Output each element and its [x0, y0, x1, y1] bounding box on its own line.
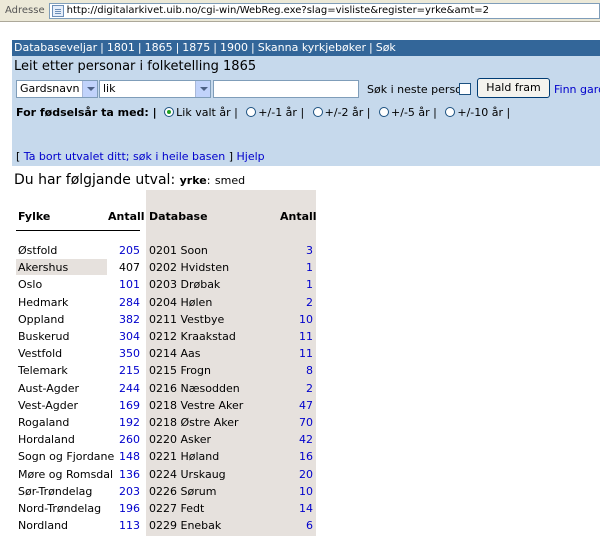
database-name: 0201 Soon — [149, 244, 208, 257]
database-name: 0224 Urskaug — [149, 467, 226, 481]
database-row: 0201 Soon 3 — [0, 242, 320, 259]
database-count-link[interactable]: 2 — [263, 380, 313, 397]
database-count-link[interactable]: 10 — [263, 483, 313, 500]
database-row: 0215 Frogn 8 — [0, 362, 320, 379]
database-header-name: Database — [149, 210, 208, 223]
database-name: 0202 Hvidsten — [149, 261, 230, 275]
database-name: 0229 Enebak — [149, 519, 222, 533]
database-row: 0224 Urskaug 20 — [0, 466, 320, 483]
database-row: 0218 Østre Aker 70 — [0, 414, 320, 431]
database-count-link[interactable]: 1 — [263, 259, 313, 276]
database-name: 0203 Drøbak — [149, 278, 221, 292]
database-row: 0212 Kraakstad 11 — [0, 328, 320, 345]
database-count-link[interactable]: 10 — [263, 311, 313, 328]
database-row: 0221 Høland 16 — [0, 448, 320, 465]
database-row: 0202 Hvidsten 1 — [0, 259, 320, 276]
database-row: 0218 Vestre Aker 47 — [0, 397, 320, 414]
database-row: 0229 Enebak 6 — [0, 517, 320, 534]
database-count-link[interactable]: 14 — [263, 500, 313, 517]
database-row: 0227 Fedt 14 — [0, 500, 320, 517]
database-count-link[interactable]: 8 — [263, 362, 313, 379]
database-row: 0203 Drøbak 1 — [0, 276, 320, 293]
database-header-count: Antall — [280, 210, 317, 223]
database-count-link[interactable]: 20 — [263, 466, 313, 483]
database-row: 0220 Asker 42 — [0, 431, 320, 448]
database-name: 0214 Aas — [149, 347, 201, 361]
database-name: 0218 Østre Aker — [149, 416, 239, 429]
database-name: 0227 Fedt — [149, 502, 205, 515]
database-name: 0204 Hølen — [149, 295, 213, 309]
database-count-link[interactable]: 70 — [263, 414, 313, 431]
database-count-link[interactable]: 16 — [263, 448, 313, 465]
database-row: 0226 Sørum 10 — [0, 483, 320, 500]
database-name: 0216 Næsodden — [149, 381, 240, 395]
database-name: 0218 Vestre Aker — [149, 398, 244, 412]
database-name: 0220 Asker — [149, 433, 212, 447]
database-count-link[interactable]: 1 — [263, 276, 313, 293]
database-count-link[interactable]: 11 — [263, 328, 313, 345]
database-name: 0212 Kraakstad — [149, 330, 236, 343]
database-table: Database Antall 0201 Soon 3 0202 Hvidsten 1… — [0, 0, 600, 536]
database-count-link[interactable]: 11 — [263, 345, 313, 362]
database-row: 0204 Hølen 2 — [0, 294, 320, 311]
database-row: 0216 Næsodden 2 — [0, 380, 320, 397]
database-row: 0214 Aas 11 — [0, 345, 320, 362]
database-name: 0211 Vestbye — [149, 312, 225, 326]
database-name: 0221 Høland — [149, 450, 220, 464]
database-count-link[interactable]: 3 — [263, 242, 313, 259]
database-name: 0226 Sørum — [149, 484, 217, 498]
database-name: 0215 Frogn — [149, 364, 211, 378]
database-count-link[interactable]: 42 — [263, 431, 313, 448]
database-row: 0211 Vestbye 10 — [0, 311, 320, 328]
database-count-link[interactable]: 6 — [263, 517, 313, 534]
database-count-link[interactable]: 2 — [263, 294, 313, 311]
database-count-link[interactable]: 47 — [263, 397, 313, 414]
